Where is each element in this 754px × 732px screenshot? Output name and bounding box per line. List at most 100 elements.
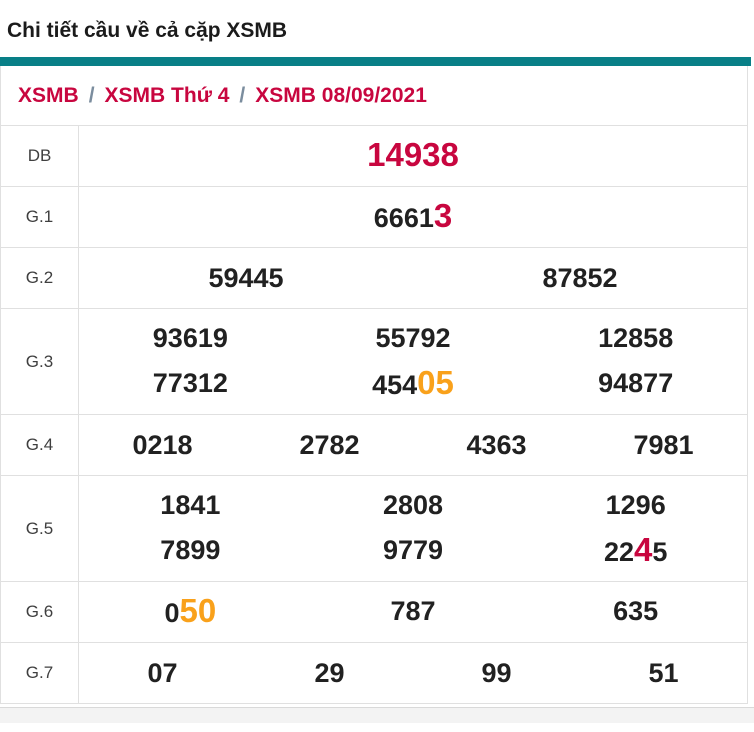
highlighted-digits: 4 (634, 531, 652, 568)
prize-number: 2782 (246, 426, 413, 464)
prize-number: 07 (79, 654, 246, 692)
digits: 1841 (160, 490, 220, 520)
prize-number: 29 (246, 654, 413, 692)
digits: 93619 (153, 323, 228, 353)
page-title: Chi tiết cầu về cả cặp XSMB (0, 0, 754, 46)
digits: 59445 (208, 263, 283, 293)
digits: 454 (372, 370, 417, 400)
section-divider-bar (0, 57, 751, 66)
prize-lines: 050 787 635 (79, 582, 747, 642)
digits: 87852 (542, 263, 617, 293)
prize-number: 1296 (524, 486, 747, 524)
prize-table: DB14938G.166613G.25944587852G.3936195579… (1, 126, 747, 704)
table-row: G.166613 (1, 187, 747, 248)
prize-number: 87852 (413, 259, 747, 297)
prize-number: 7981 (580, 426, 747, 464)
breadcrumb-link[interactable]: XSMB 08/09/2021 (255, 84, 427, 108)
digits: 12858 (598, 323, 673, 353)
breadcrumb: XSMB/XSMB Thứ 4/XSMB 08/09/2021 (1, 66, 747, 126)
prize-lines: 93619 55792 12858 77312 45405 94877 (79, 309, 747, 414)
digits: 2808 (383, 490, 443, 520)
breadcrumb-separator: / (79, 84, 105, 108)
prize-number: 93619 (79, 319, 302, 357)
next-section-strip (0, 707, 754, 723)
prize-label: G.2 (1, 248, 79, 308)
prize-label: G.6 (1, 582, 79, 642)
prize-number: 787 (302, 592, 525, 632)
prize-lines: 1841 2808 1296 7899 9779 2245 (79, 476, 747, 581)
prize-number: 94877 (524, 364, 747, 404)
prize-lines: 14938 (79, 126, 747, 186)
digits: 5 (652, 537, 667, 567)
table-row: G.6050787635 (1, 582, 747, 643)
prize-number: 2808 (302, 486, 525, 524)
prize-number: 51 (580, 654, 747, 692)
breadcrumb-link[interactable]: XSMB Thứ 4 (105, 84, 230, 108)
highlighted-digits: 14938 (367, 136, 459, 173)
table-row: G.2 59445 87852 (1, 248, 747, 309)
prize-label: G.7 (1, 643, 79, 703)
table-row: DB 14938 (1, 126, 747, 187)
prize-number: 9779 (302, 531, 525, 571)
results-card: XSMB/XSMB Thứ 4/XSMB 08/09/2021 DB14938G… (0, 66, 748, 704)
digits: 94877 (598, 368, 673, 398)
prize-line: 66613 (79, 197, 747, 237)
prize-number: 12858 (524, 319, 747, 357)
digits: 77312 (153, 368, 228, 398)
digits: 55792 (375, 323, 450, 353)
prize-line: 77312 45405 94877 (79, 364, 747, 404)
highlighted-digits: 05 (417, 364, 454, 401)
prize-line: 59445 87852 (79, 259, 747, 297)
digits: 4363 (466, 430, 526, 460)
prize-lines: 59445 87852 (79, 248, 747, 308)
digits: 1296 (606, 490, 666, 520)
prize-lines: 0218 2782 4363 7981 (79, 415, 747, 475)
prize-lines: 07 29 99 51 (79, 643, 747, 703)
breadcrumb-link[interactable]: XSMB (18, 84, 79, 108)
prize-number: 55792 (302, 319, 525, 357)
prize-number: 7899 (79, 531, 302, 571)
digits: 29 (314, 658, 344, 688)
digits: 787 (390, 596, 435, 626)
highlighted-digits: 3 (434, 197, 452, 234)
prize-lines: 66613 (79, 187, 747, 247)
prize-number: 1841 (79, 486, 302, 524)
prize-line: 93619 55792 12858 (79, 319, 747, 357)
digits: 0 (164, 598, 179, 628)
digits: 51 (648, 658, 678, 688)
prize-number: 050 (79, 592, 302, 632)
table-row: G.3 93619 55792 12858 77312 45405 94877 (1, 309, 747, 415)
prize-label: G.5 (1, 476, 79, 581)
prize-line: 07 29 99 51 (79, 654, 747, 692)
prize-number: 77312 (79, 364, 302, 404)
highlighted-digits: 50 (179, 592, 216, 629)
table-row: G.5 1841 2808 1296 7899 9779 2245 (1, 476, 747, 582)
digits: 99 (481, 658, 511, 688)
digits: 635 (613, 596, 658, 626)
prize-label: G.1 (1, 187, 79, 247)
prize-number: 99 (413, 654, 580, 692)
prize-number: 2245 (524, 531, 747, 571)
prize-label: DB (1, 126, 79, 186)
digits: 7981 (633, 430, 693, 460)
prize-number: 635 (524, 592, 747, 632)
prize-number: 14938 (79, 136, 747, 176)
digits: 07 (147, 658, 177, 688)
digits: 0218 (132, 430, 192, 460)
digits: 9779 (383, 535, 443, 565)
prize-line: 1841 2808 1296 (79, 486, 747, 524)
prize-number: 59445 (79, 259, 413, 297)
prize-number: 66613 (79, 197, 747, 237)
prize-number: 45405 (302, 364, 525, 404)
prize-line: 14938 (79, 136, 747, 176)
digits: 6661 (374, 203, 434, 233)
digits: 2782 (299, 430, 359, 460)
prize-label: G.4 (1, 415, 79, 475)
prize-line: 050 787 635 (79, 592, 747, 632)
breadcrumb-separator: / (229, 84, 255, 108)
prize-line: 7899 9779 2245 (79, 531, 747, 571)
digits: 22 (604, 537, 634, 567)
prize-label: G.3 (1, 309, 79, 414)
prize-number: 0218 (79, 426, 246, 464)
digits: 7899 (160, 535, 220, 565)
